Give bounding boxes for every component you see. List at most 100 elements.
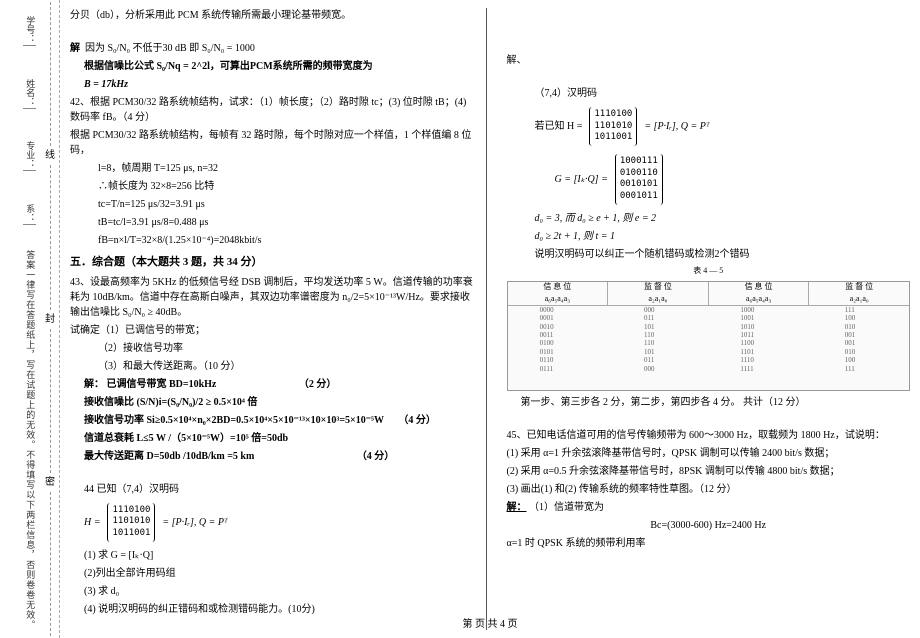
text: （7,4）汉明码 (507, 86, 911, 101)
formula-line: 最大传送距离 D=50db /10dB/km =5 km （4 分） (70, 449, 474, 464)
th-top: 信 息 位 (710, 281, 808, 293)
th-info1: 信 息 位 a₆a₅a₄a₃ (508, 282, 609, 305)
formula-line: d₀ = 3, 而 d₀ ≥ e + 1, 则 e = 2 (507, 211, 911, 226)
th-sub: a₆a₅a₄a₃ (509, 293, 607, 305)
binding-label-id: 学号： (23, 16, 37, 46)
table-col: 1000 1001 1010 1011 1100 1101 1110 1111 (740, 306, 754, 392)
cell: 1110 (740, 356, 754, 364)
cell: 110 (644, 331, 655, 339)
right-column: 解、 （7,4）汉明码 若已知 H = 1110100 1101010 1011… (503, 8, 911, 630)
th-sub: a₂a₁a₀ (810, 293, 908, 305)
formula-line: 信道总衰耗 L≤5 W /（5×10⁻⁵W）=10⁵ 倍=50db (70, 431, 474, 446)
matrix-equation: 若已知 H = 1110100 1101010 1011001 = [P·Iᵣ]… (535, 105, 911, 148)
cell: 1001 (740, 314, 754, 322)
seal-char: 封 (45, 312, 55, 327)
solution-label: 解、 (507, 53, 911, 68)
section-5-title: 五．综合题（本大题共 3 题，共 34 分） (70, 254, 474, 271)
solution-line: 解 因为 S₀/N₀ 不低于30 dB 即 S₀/N₀ = 1000 (70, 41, 474, 56)
binding-note: 答案一律写在答题纸上，写在试题上的无效。不得填写以下两栏信息，否则卷卷无效。 (23, 250, 37, 630)
question-44: 44 已知（7,4）汉明码 (70, 482, 474, 497)
matrix-row: 0001011 (620, 191, 658, 203)
solution-label: 解： (507, 502, 527, 513)
table-col: 000 011 101 110 110 101 011 000 (644, 306, 655, 392)
eq-lhs: H = (84, 515, 100, 530)
binding-label-major: 专业： (23, 141, 37, 171)
binding-label-name: 姓名： (23, 79, 37, 109)
sub-question: (1) 求 G = [Iₖ·Q] (70, 548, 474, 563)
matrix-row: 1101010 (594, 121, 632, 133)
cell: 001 (845, 339, 856, 347)
table-body: 0000 0001 0010 0011 0100 0101 0110 0111 … (508, 306, 910, 392)
binding-label-dept: 系： (23, 204, 37, 225)
cell: 0111 (540, 365, 554, 373)
sub-question: (1) 采用 α=1 升余弦滚降基带信号时，QPSK 调制可以传输 2400 b… (507, 446, 911, 461)
th-top: 监 督 位 (609, 281, 707, 293)
th-sub: a₆a₅a₄a₃ (710, 293, 808, 305)
answer-line: tc=T/n=125 μs/32=3.91 μs (70, 197, 474, 212)
cell: 111 (845, 365, 856, 373)
eq-rhs: = [P·Iᵣ], Q = Pᵀ (162, 515, 227, 530)
cell: 101 (644, 348, 655, 356)
answer-line: l=8，帧周期 T=125 μs, n=32 (70, 161, 474, 176)
result-line: B = 17kHz (70, 77, 474, 92)
sub-question: (4) 说明汉明码的纠正错码和或检测错码能力。(10分) (70, 602, 474, 617)
cell: 1101 (740, 348, 754, 356)
cell: 000 (644, 365, 655, 373)
sub-question: (2) 采用 α=0.5 升余弦滚降基带信号时，8PSK 调制可以传输 4800… (507, 464, 911, 479)
answer-line: ∴帧长度为 32×8=256 比特 (70, 179, 474, 194)
formula-line: 根据信噪比公式 S₀/Nq = 2^2l，可算出PCM系统所需的频带宽度为 (70, 59, 474, 74)
text: α=1 时 QPSK 系统的频带利用率 (507, 536, 911, 551)
matrix-row: 0100110 (620, 168, 658, 180)
points: （2 分） (299, 379, 337, 390)
h-matrix: 1110100 1101010 1011001 (589, 107, 637, 146)
h-matrix: 1110100 1101010 1011001 (107, 503, 155, 542)
conclusion: 说明汉明码可以纠正一个随机错码或检测2个错码 (507, 247, 911, 262)
th-chk2: 监 督 位 a₂a₁a₀ (809, 282, 909, 305)
eq-lhs: 若已知 H = (535, 119, 583, 134)
cell: 110 (644, 339, 655, 347)
sub-question: (2)列出全部许用码组 (70, 566, 474, 581)
th-chk1: 监 督 位 a₂a₁a₀ (608, 282, 709, 305)
question-45: 45、已知电话信道可用的信号传输频带为 600～3000 Hz，取载频为 180… (507, 428, 911, 443)
th-info2: 信 息 位 a₆a₅a₄a₃ (709, 282, 810, 305)
cell: 0010 (540, 323, 554, 331)
points-summary: 第一步、第三步各 2 分，第二步，第四步各 4 分。 共计（12 分） (507, 395, 911, 410)
cell: 010 (845, 323, 856, 331)
sub-question: 试确定（1）已调信号的带宽； (70, 323, 474, 338)
dash-icon (50, 2, 51, 146)
answer-line: tB=tc/l=3.91 μs/8=0.488 μs (70, 215, 474, 230)
cell: 1010 (740, 323, 754, 331)
cell: 0011 (540, 331, 554, 339)
cell: 011 (644, 314, 655, 322)
seal-line: 线 封 密 (40, 0, 60, 638)
cell: 011 (644, 356, 655, 364)
sub-question: （2）接收信号功率 (70, 341, 474, 356)
points: （4 分） (398, 415, 436, 426)
code-table: 信 息 位 a₆a₅a₄a₃ 监 督 位 a₂a₁a₀ 信 息 位 a₆a₅a₄… (507, 281, 911, 391)
cell: 111 (845, 306, 856, 314)
sub-question: （3）和最大传送距离。（10 分） (70, 359, 474, 374)
text: 已调信号带宽 BD=10kHz (107, 379, 217, 390)
text: 因为 S₀/N₀ 不低于30 dB 即 S₀/N₀ = 1000 (85, 43, 255, 54)
text: （1）信道带宽为 (529, 502, 604, 513)
formula-line: d₀ ≥ 2t + 1, 则 t = 1 (507, 229, 911, 244)
cell: 000 (644, 306, 655, 314)
matrix-row: 1011001 (112, 528, 150, 540)
cell: 001 (845, 331, 856, 339)
cell: 100 (845, 356, 856, 364)
matrix-row: 1110100 (594, 109, 632, 121)
solution-label: 解 (70, 43, 80, 54)
dash-icon (50, 329, 51, 473)
th-top: 信 息 位 (509, 281, 607, 293)
cell: 010 (845, 348, 856, 356)
eq-lhs: G = [Iₖ·Q] = (555, 172, 608, 187)
table-header: 信 息 位 a₆a₅a₄a₃ 监 督 位 a₂a₁a₀ 信 息 位 a₆a₅a₄… (508, 282, 910, 306)
matrix-row: 1110100 (112, 505, 150, 517)
cell: 1111 (740, 365, 754, 373)
dash-icon (50, 492, 51, 636)
page-footer: 第 页 共 4 页 (463, 617, 518, 632)
answer-line: fB=n×l/T=32×8/(1.25×10⁻⁴)=2048kbit/s (70, 233, 474, 248)
left-column: 分贝（db），分析采用此 PCM 系统传输所需最小理论基带频宽。 解 因为 S₀… (70, 8, 487, 630)
table-col: 0000 0001 0010 0011 0100 0101 0110 0111 (540, 306, 554, 392)
formula-line: 接收信号功率 Si≥0.5×10⁴×n₀×2BD=0.5×10⁴×5×10⁻¹³… (70, 413, 474, 428)
